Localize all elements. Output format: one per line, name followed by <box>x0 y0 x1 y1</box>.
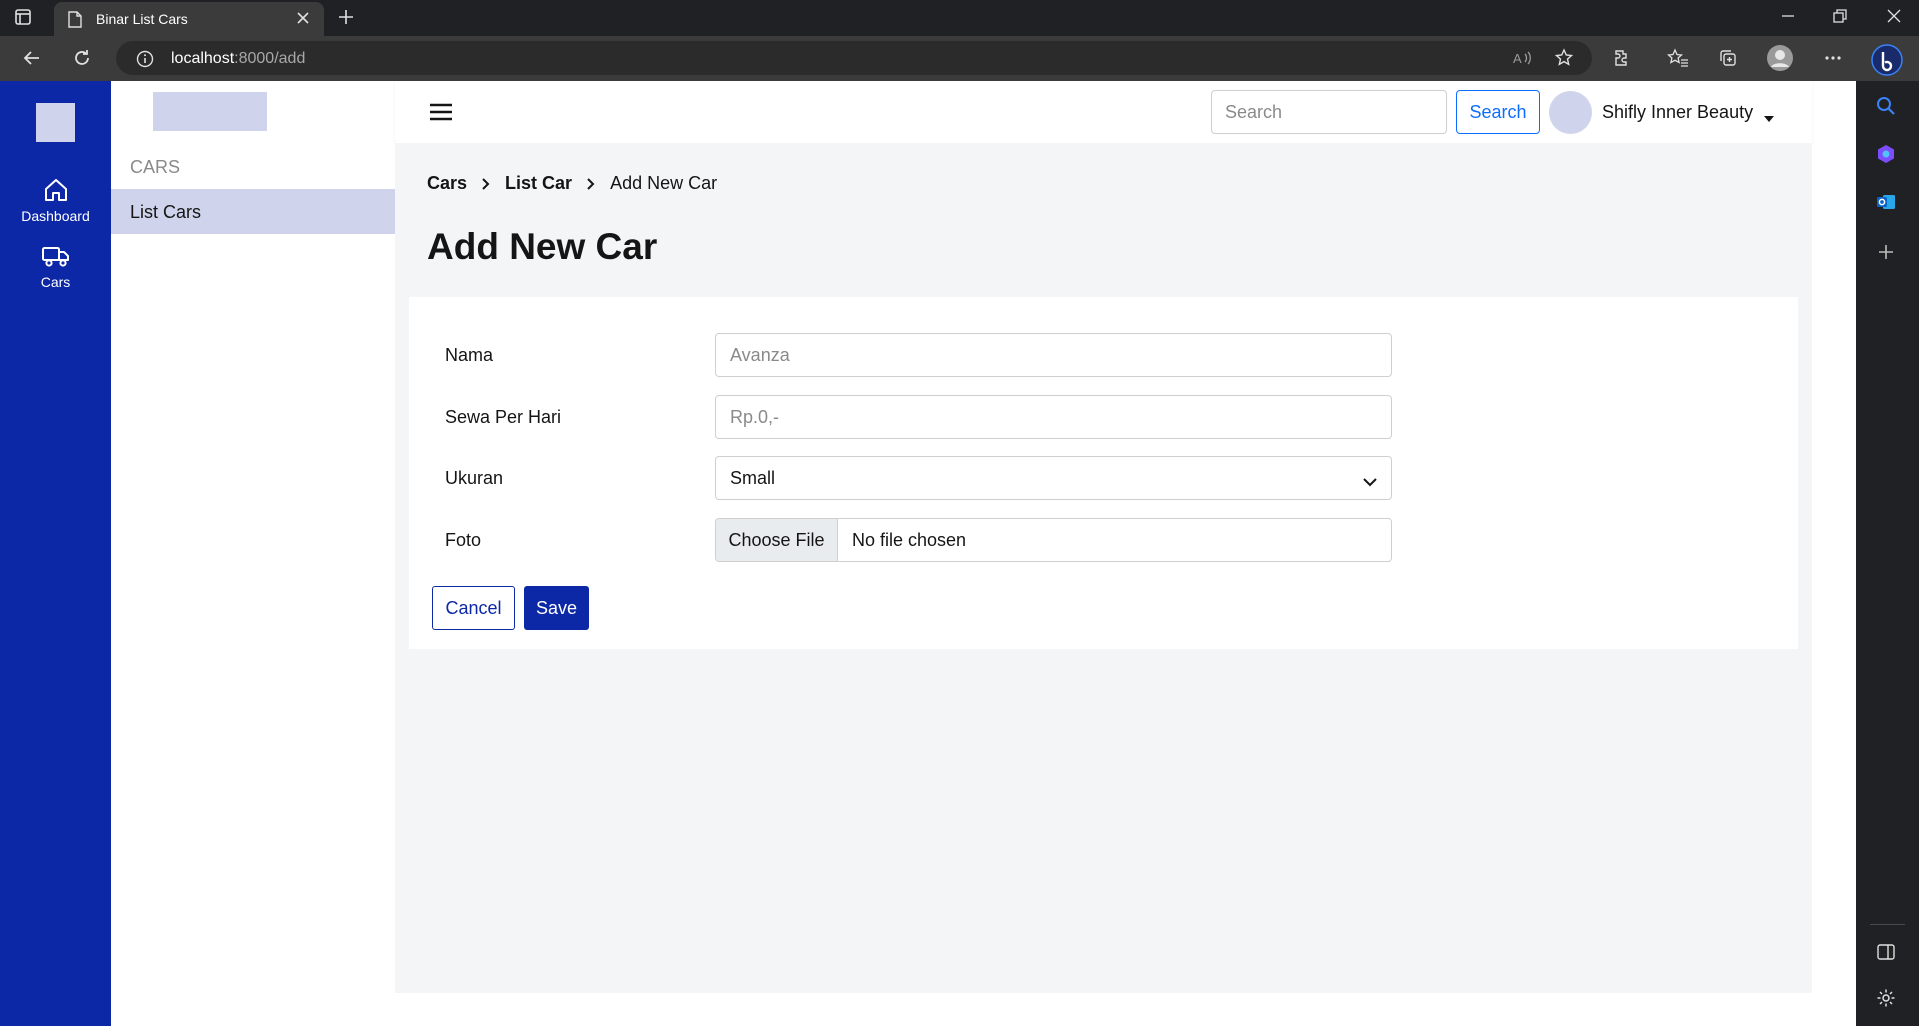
ukuran-label: Ukuran <box>445 468 504 488</box>
cancel-button[interactable]: Cancel <box>432 586 515 630</box>
chevron-right-icon <box>481 177 491 191</box>
outlook-icon[interactable] <box>1876 192 1896 217</box>
back-arrow-icon[interactable] <box>22 48 42 73</box>
add-car-form: Nama Sewa Per Hari Ukuran Small Foto Cho… <box>409 297 1798 649</box>
save-button[interactable]: Save <box>524 586 589 630</box>
reload-icon[interactable] <box>72 48 92 73</box>
breadcrumb-current: Add New Car <box>610 173 718 193</box>
foto-label: Foto <box>445 530 482 550</box>
tab-actions-icon[interactable] <box>14 8 40 30</box>
choose-file-button[interactable]: Choose File <box>716 519 838 561</box>
settings-gear-icon[interactable] <box>1876 988 1896 1013</box>
new-tab-icon[interactable] <box>337 8 355 31</box>
more-options-icon[interactable] <box>1823 48 1843 73</box>
browser-tab-bar: Binar List Cars <box>0 0 1919 36</box>
breadcrumb: Cars List Car Add New Car <box>427 173 717 194</box>
add-favorite-icon[interactable] <box>1554 48 1574 73</box>
page-icon <box>68 11 82 33</box>
browser-tab[interactable]: Binar List Cars <box>54 2 324 36</box>
close-window-icon[interactable] <box>1886 8 1902 29</box>
extensions-icon[interactable] <box>1612 48 1632 73</box>
favorites-icon[interactable] <box>1666 48 1689 73</box>
caret-down-icon[interactable] <box>1763 110 1775 128</box>
rail-item-dashboard[interactable]: Dashboard <box>0 176 111 224</box>
svg-text:A: A <box>1513 51 1522 66</box>
rail-item-label: Cars <box>40 274 71 290</box>
copilot-app-icon[interactable] <box>1876 144 1896 169</box>
url-text: localhost:8000/add <box>171 50 305 68</box>
search-input[interactable] <box>1211 90 1447 134</box>
add-app-icon[interactable] <box>1876 242 1896 267</box>
avatar[interactable] <box>1549 91 1592 134</box>
brand-logo <box>153 92 267 131</box>
form-row-foto: Foto Choose File No file chosen <box>409 518 1798 562</box>
site-info-icon[interactable] <box>136 50 154 73</box>
sidebar-item-label: List Cars <box>130 202 202 222</box>
nama-field[interactable] <box>715 333 1392 377</box>
rail-item-cars[interactable]: Cars <box>0 242 111 290</box>
breadcrumb-list-car[interactable]: List Car <box>505 173 572 194</box>
sidebar: CARS List Cars <box>111 81 395 1026</box>
file-status: No file chosen <box>852 530 967 550</box>
ukuran-select[interactable]: Small <box>715 456 1392 500</box>
app-rail: Dashboard Cars <box>0 81 111 1026</box>
breadcrumb-cars[interactable]: Cars <box>427 173 467 194</box>
nama-label: Nama <box>445 345 494 365</box>
minimize-icon[interactable] <box>1780 8 1796 29</box>
search-button[interactable]: Search <box>1456 90 1540 134</box>
url-path: :8000/add <box>234 50 306 67</box>
form-row-ukuran: Ukuran Small <box>409 456 1798 500</box>
copilot-icon[interactable] <box>1871 44 1903 81</box>
edge-sidebar <box>1856 81 1919 1026</box>
top-header: Search Shifly Inner Beauty <box>395 81 1812 143</box>
chevron-down-icon <box>1363 471 1377 492</box>
tab-title: Binar List Cars <box>96 11 188 27</box>
collections-icon[interactable] <box>1718 48 1738 73</box>
split-screen-icon[interactable] <box>1876 942 1896 967</box>
sidebar-section-title: CARS <box>130 157 181 177</box>
ukuran-selected-value: Small <box>730 468 776 488</box>
app-logo <box>36 103 75 142</box>
form-row-nama: Nama <box>409 333 1798 377</box>
read-aloud-icon[interactable]: A <box>1512 48 1532 73</box>
address-bar[interactable]: localhost:8000/add <box>116 41 1592 75</box>
user-name[interactable]: Shifly Inner Beauty <box>1602 102 1753 123</box>
hamburger-menu-icon[interactable] <box>429 102 453 127</box>
browser-toolbar: localhost:8000/add A <box>0 36 1919 81</box>
copilot-button-area <box>1856 36 1919 81</box>
home-icon <box>0 176 111 204</box>
truck-icon <box>0 242 111 270</box>
form-row-sewa: Sewa Per Hari <box>409 395 1798 439</box>
sewa-per-hari-field[interactable] <box>715 395 1392 439</box>
chevron-right-icon <box>586 177 596 191</box>
profile-avatar-icon[interactable] <box>1766 44 1794 77</box>
main-content: Cars List Car Add New Car Add New Car Na… <box>395 143 1812 993</box>
rail-item-label: Dashboard <box>21 208 90 224</box>
sidebar-item-list-cars[interactable]: List Cars <box>111 189 395 234</box>
divider <box>1870 924 1905 925</box>
restore-icon[interactable] <box>1832 8 1848 29</box>
foto-file-input[interactable]: Choose File No file chosen <box>715 518 1392 562</box>
sewa-label: Sewa Per Hari <box>445 407 562 427</box>
url-host: localhost <box>171 50 235 67</box>
close-tab-icon[interactable] <box>296 11 310 30</box>
search-icon[interactable] <box>1876 96 1896 121</box>
page-title: Add New Car <box>427 226 658 267</box>
